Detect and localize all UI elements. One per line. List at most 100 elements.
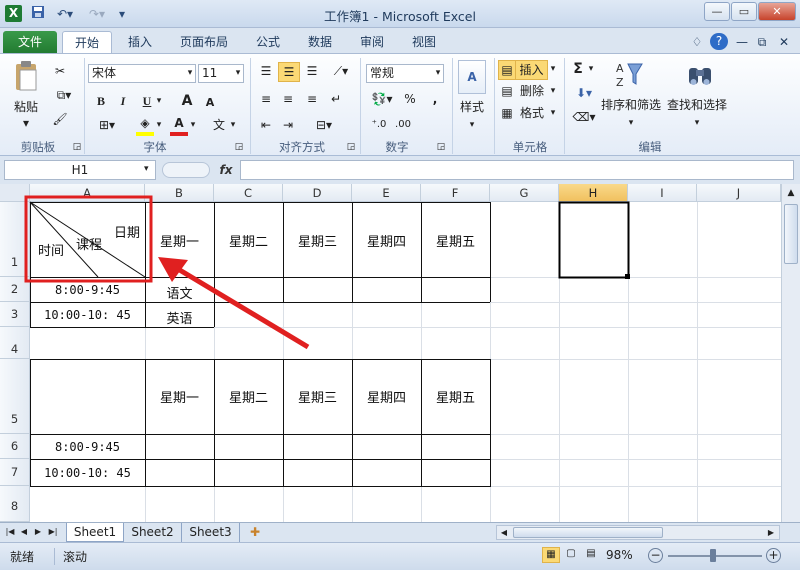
minimize-button[interactable]: — [704,2,730,21]
name-box[interactable]: H1 [4,160,156,180]
tab-review[interactable]: 审阅 [350,31,394,54]
collapse-ribbon-icon[interactable]: ♢ [690,31,704,54]
delete-cells-button[interactable]: 删除 [516,82,548,100]
copy-icon[interactable]: ⧉▾ [50,86,78,104]
tab-page-layout[interactable]: 页面布局 [170,31,238,54]
italic-button[interactable]: I [114,92,132,110]
alignment-launcher-icon[interactable]: ◲ [346,138,356,156]
align-left-icon[interactable]: ≡ [256,90,276,108]
clear-icon[interactable]: ⌫▾ [570,108,598,126]
find-select-dropdown-icon[interactable]: ▾ [664,114,730,132]
tab-view[interactable]: 视图 [402,31,446,54]
align-right-icon[interactable]: ≡ [302,90,322,108]
scroll-thumb[interactable] [784,204,798,264]
horizontal-scrollbar[interactable]: ◀ ▶ [496,525,780,540]
zoom-level[interactable]: 98% [606,548,633,562]
close-button[interactable]: ✕ [758,2,796,21]
last-sheet-icon[interactable]: ▶| [46,523,60,542]
fill-color-dropdown-icon[interactable]: ▾ [154,116,164,134]
maximize-button[interactable]: ▭ [731,2,757,21]
zoom-slider-thumb[interactable] [710,549,716,562]
tab-data[interactable]: 数据 [298,31,342,54]
delete-cells-dropdown-icon[interactable]: ▾ [548,82,558,100]
decrease-indent-icon[interactable]: ⇤ [256,116,276,134]
styles-button[interactable]: 样式 [452,98,492,116]
page-layout-view-icon[interactable]: ▢ [562,547,580,563]
prev-sheet-icon[interactable]: ◀ [18,523,30,542]
font-name-dropdown-icon[interactable]: ▾ [184,64,196,82]
formula-input[interactable] [240,160,794,180]
wrap-text-icon[interactable]: ↵ [326,90,346,108]
grow-font-button[interactable]: A [180,92,194,110]
shrink-font-button[interactable]: A [204,94,216,112]
vertical-scrollbar[interactable]: ▲ [781,184,800,522]
tab-insert[interactable]: 插入 [118,31,162,54]
format-painter-icon[interactable]: 🖌 [50,110,70,128]
sort-filter-icon[interactable]: AZ [616,60,644,90]
sort-filter-label[interactable]: 排序和筛选 [598,96,664,114]
autosum-button[interactable]: Σ [570,60,586,78]
phonetic-dropdown-icon[interactable]: ▾ [228,116,238,134]
bold-button[interactable]: B [92,92,110,110]
font-color-icon[interactable]: A [170,116,188,136]
zoom-in-icon[interactable]: + [766,548,781,563]
fill-icon[interactable]: ⬇▾ [570,84,598,102]
zoom-out-icon[interactable]: − [648,548,663,563]
cut-icon[interactable]: ✂ [50,62,70,80]
insert-sheet-icon[interactable]: ✚ [244,523,266,542]
paste-dropdown-icon[interactable]: ▾ [8,114,44,132]
normal-view-icon[interactable]: ▦ [542,547,560,563]
scroll-up-icon[interactable]: ▲ [784,186,798,200]
format-cells-dropdown-icon[interactable]: ▾ [548,104,558,122]
decrease-decimal-icon[interactable]: .00 [392,116,414,134]
autosum-dropdown-icon[interactable]: ▾ [586,60,596,78]
sort-filter-dropdown-icon[interactable]: ▾ [598,114,664,132]
merge-center-icon[interactable]: ⊟▾ [306,116,342,134]
find-select-label[interactable]: 查找和选择 [664,96,730,114]
insert-cells-button[interactable]: 插入 [516,60,548,80]
find-select-icon[interactable] [686,60,714,90]
scroll-right-icon[interactable]: ▶ [765,526,777,539]
h-scroll-thumb[interactable] [513,527,663,538]
sheet-tab-1[interactable]: Sheet1 [66,523,124,542]
scroll-left-icon[interactable]: ◀ [498,526,510,539]
orientation-icon[interactable]: ⟋▾ [326,62,356,80]
number-launcher-icon[interactable]: ◲ [436,138,446,156]
align-center-icon[interactable]: ≡ [278,90,298,108]
styles-dropdown-icon[interactable]: ▾ [452,116,492,134]
insert-cells-icon[interactable]: ▤ [498,60,516,80]
increase-indent-icon[interactable]: ⇥ [278,116,298,134]
delete-cells-icon[interactable]: ▤ [498,82,516,100]
paste-icon[interactable] [12,60,40,96]
styles-icon[interactable]: A [458,60,486,94]
worksheet-grid[interactable]: A B C D E F G H I J ▲ 1 2 3 4 5 6 7 8 日期… [0,184,800,522]
clipboard-launcher-icon[interactable]: ◲ [72,138,82,156]
page-break-view-icon[interactable]: ▤ [582,547,600,563]
name-box-dropdown-icon[interactable]: ▾ [144,164,154,174]
insert-function-button[interactable]: fx [214,160,238,180]
tab-home[interactable]: 开始 [62,31,112,54]
increase-decimal-icon[interactable]: ⁺.0 [368,116,390,134]
borders-icon[interactable]: ⊞▾ [92,116,122,134]
help-icon[interactable]: ? [710,33,728,50]
fill-color-icon[interactable]: ◈ [136,116,154,136]
tab-formulas[interactable]: 公式 [246,31,290,54]
format-cells-button[interactable]: 格式 [516,104,548,122]
number-format-dropdown-icon[interactable]: ▾ [432,64,444,82]
font-size-dropdown-icon[interactable]: ▾ [232,64,244,82]
format-cells-icon[interactable]: ▦ [498,104,516,122]
underline-dropdown-icon[interactable]: ▾ [154,92,164,110]
insert-cells-dropdown-icon[interactable]: ▾ [548,60,558,78]
phonetic-button[interactable]: 文 [210,116,228,134]
font-launcher-icon[interactable]: ◲ [234,138,244,156]
tab-file[interactable]: 文件 [3,31,57,54]
font-color-dropdown-icon[interactable]: ▾ [188,116,198,134]
align-bottom-icon[interactable]: ☰ [302,62,322,80]
align-top-icon[interactable]: ☰ [256,62,276,80]
comma-button[interactable]: , [428,90,442,108]
sheet-tab-3[interactable]: Sheet3 [182,523,240,542]
workbook-close-icon[interactable]: ✕ [776,31,792,54]
align-middle-icon[interactable]: ☰ [278,62,300,82]
workbook-restore-icon[interactable]: ⧉ [754,31,770,54]
workbook-minimize-icon[interactable]: — [734,31,750,54]
